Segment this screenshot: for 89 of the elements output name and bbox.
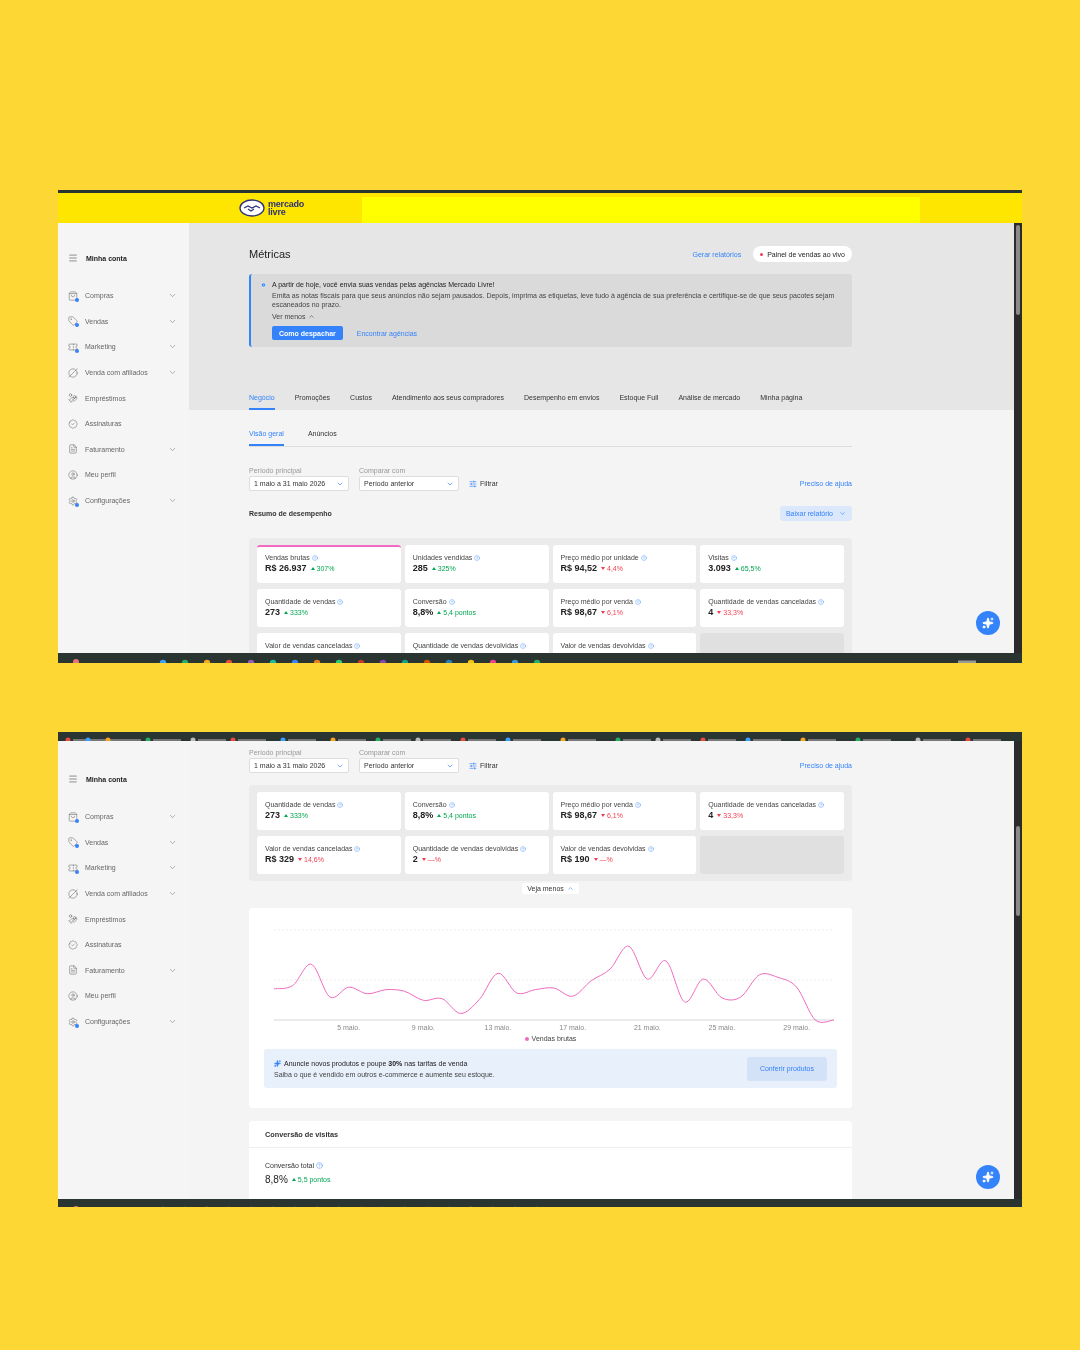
help-icon[interactable] <box>337 801 344 808</box>
metric-value: R$ 94,52 <box>560 563 598 573</box>
down-arrow-icon <box>421 857 426 861</box>
help-icon[interactable] <box>474 554 481 561</box>
down-arrow-icon <box>593 857 598 861</box>
scrollbar[interactable] <box>1014 223 1022 653</box>
metric-value: 273 <box>265 607 281 617</box>
chevron-up-icon <box>308 313 316 320</box>
help-icon[interactable] <box>634 598 641 605</box>
help-icon[interactable] <box>520 642 527 649</box>
help-icon[interactable] <box>647 642 654 649</box>
metric-value: 8,8% <box>265 1174 288 1185</box>
help-icon[interactable] <box>640 554 647 561</box>
help-icon[interactable] <box>448 801 455 808</box>
ticket-icon <box>68 342 78 352</box>
circle-slash-icon <box>68 367 78 378</box>
settings-icon <box>68 1016 78 1027</box>
metric-value: 273 <box>265 810 281 820</box>
menu-icon[interactable] <box>68 253 78 263</box>
document-icon <box>68 444 78 455</box>
assistant-button[interactable] <box>976 611 1000 635</box>
help-icon[interactable] <box>354 642 361 649</box>
scrollbar[interactable] <box>1014 741 1022 1199</box>
circle-slash-icon <box>68 888 78 899</box>
down-arrow-icon <box>601 566 606 570</box>
tag-icon <box>68 316 78 327</box>
menu-icon[interactable] <box>68 774 78 784</box>
hand-coins-icon <box>68 393 78 404</box>
up-arrow-icon <box>437 813 442 817</box>
live-dot-icon <box>760 252 764 256</box>
down-arrow-icon <box>601 610 606 614</box>
metric-value: 8,8% <box>412 810 434 820</box>
metric-value: R$ 26.937 <box>265 563 307 573</box>
up-arrow-icon <box>437 610 442 614</box>
metric-value: R$ 98,67 <box>560 810 598 820</box>
metric-value: 4 <box>708 810 714 820</box>
badge-icon <box>68 939 78 950</box>
user-icon <box>68 990 78 1001</box>
metric-value: 285 <box>412 563 428 573</box>
legend-dot-icon <box>524 1036 529 1041</box>
up-arrow-icon <box>734 566 739 570</box>
info-icon <box>261 281 266 289</box>
help-icon[interactable] <box>818 801 825 808</box>
sparkle-icon <box>274 1059 281 1067</box>
logo-text: mercado livre <box>268 200 305 216</box>
sparkle-icon <box>982 617 994 629</box>
help-icon[interactable] <box>311 554 318 561</box>
down-arrow-icon <box>717 610 722 614</box>
help-icon[interactable] <box>354 845 361 852</box>
down-arrow-icon <box>298 857 303 861</box>
help-icon[interactable] <box>448 598 455 605</box>
up-arrow-icon <box>291 1178 296 1181</box>
metric-value: 2 <box>412 854 418 864</box>
page-title: Métricas <box>249 248 291 260</box>
badge-icon <box>68 418 78 429</box>
filter-icon <box>469 761 477 770</box>
assistant-button[interactable] <box>976 1165 1000 1189</box>
help-icon[interactable] <box>818 598 825 605</box>
tag-icon <box>68 837 78 848</box>
chevron-up-icon <box>566 885 574 892</box>
chevron-down-icon <box>839 510 846 517</box>
down-arrow-icon <box>601 813 606 817</box>
shopping-bag-icon <box>68 290 78 301</box>
metric-value: R$ 98,67 <box>560 607 598 617</box>
hand-coins-icon <box>68 914 78 925</box>
document-icon <box>68 965 78 976</box>
up-arrow-icon <box>284 610 289 614</box>
help-icon[interactable] <box>634 801 641 808</box>
metric-value: 8,8% <box>412 607 434 617</box>
handshake-logo-icon <box>239 199 265 217</box>
settings-icon <box>68 495 78 506</box>
down-arrow-icon <box>717 813 722 817</box>
shopping-bag-icon <box>68 811 78 822</box>
up-arrow-icon <box>310 566 315 570</box>
help-icon[interactable] <box>647 845 654 852</box>
ticket-icon <box>68 863 78 873</box>
sparkle-icon <box>982 1171 994 1183</box>
user-icon <box>68 469 78 480</box>
help-icon[interactable] <box>337 598 344 605</box>
filter-icon <box>469 479 477 488</box>
help-icon[interactable] <box>730 554 737 561</box>
metric-value: R$ 329 <box>265 854 295 864</box>
up-arrow-icon <box>284 813 289 817</box>
metric-value: 4 <box>708 607 714 617</box>
metric-value: R$ 190 <box>560 854 590 864</box>
help-icon[interactable] <box>316 1162 324 1169</box>
metric-value: 3.093 <box>708 563 731 573</box>
help-icon[interactable] <box>520 845 527 852</box>
up-arrow-icon <box>431 566 436 570</box>
